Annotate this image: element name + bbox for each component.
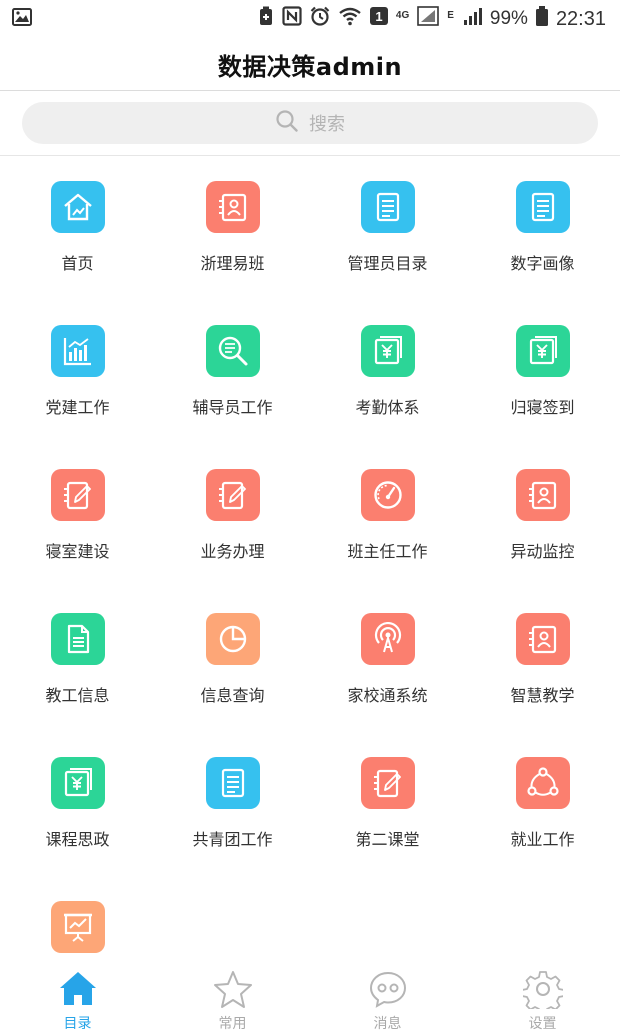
network-type-label: 4G	[395, 10, 410, 21]
gauge-icon	[360, 469, 415, 521]
share-icon	[515, 757, 570, 809]
signal-sim1-icon	[417, 6, 440, 32]
alarm-icon	[310, 6, 330, 32]
grid-item[interactable]: 就业工作	[465, 736, 620, 880]
wifi-icon	[338, 6, 362, 32]
grid-item-label: 管理员目录	[347, 254, 428, 273]
search-icon	[275, 109, 299, 138]
nav-item-home[interactable]: 目录	[0, 965, 155, 1032]
grid-item[interactable]: 浙理易班	[155, 160, 310, 304]
grid-item[interactable]: 党建工作	[0, 304, 155, 448]
contact-card-icon	[205, 181, 260, 233]
bottom-navigation: 目录 常用 消息 设置	[0, 965, 620, 1032]
grid-item-label: 业务办理	[200, 542, 265, 561]
gear-icon	[520, 969, 565, 1015]
star-icon	[213, 969, 253, 1009]
edit-note-icon	[50, 469, 105, 521]
grid-item-label: 第二课堂	[355, 830, 420, 849]
search-list-icon	[205, 325, 260, 377]
search-input[interactable]: 搜索	[22, 102, 598, 144]
document-list-icon	[360, 181, 415, 233]
grid-item-label: 浙理易班	[200, 254, 265, 273]
notification-count-icon: 1	[369, 7, 388, 31]
grid-item-label: 首页	[61, 254, 94, 273]
search-placeholder: 搜索	[309, 114, 345, 135]
grid-item-label: 数字画像	[510, 254, 575, 273]
grid-item[interactable]: 智慧教学	[465, 592, 620, 736]
status-bar: 1 4G E 99% 22:31	[0, 0, 620, 38]
nav-item-label: 设置	[528, 1016, 557, 1032]
grid-item[interactable]: 辅导员工作	[155, 304, 310, 448]
pie-chart-icon	[205, 613, 260, 665]
grid-item-label: 寝室建设	[45, 542, 110, 561]
grid-item[interactable]: 归寝签到	[465, 304, 620, 448]
app-grid: 首页 浙理易班 管理员目录 数字画像党建工作 辅导员工作 考勤体系 归寝签到寝室建设 业务办理…	[0, 160, 620, 1024]
broadcast-icon	[360, 613, 415, 665]
app-header: 数据决策admin	[0, 38, 620, 91]
grid-item-label: 异动监控	[510, 542, 575, 561]
edit-note-icon	[360, 757, 415, 809]
grid-item[interactable]: 课程思政	[0, 736, 155, 880]
grid-item[interactable]: 管理员目录	[310, 160, 465, 304]
home-chart-icon	[50, 181, 105, 233]
nav-item-gear[interactable]: 设置	[465, 965, 620, 1032]
nav-item-star[interactable]: 常用	[155, 965, 310, 1032]
yen-doc-icon	[360, 325, 415, 377]
nfc-icon	[282, 6, 302, 32]
nav-item-label: 目录	[63, 1016, 92, 1032]
grid-item-label: 家校通系统	[347, 686, 428, 705]
grid-item[interactable]: 信息查询	[155, 592, 310, 736]
contact-card-icon	[515, 613, 570, 665]
grid-item[interactable]: 异动监控	[465, 448, 620, 592]
grid-item-label: 党建工作	[45, 398, 110, 417]
nav-item-label: 消息	[373, 1016, 402, 1032]
edit-note-icon	[205, 469, 260, 521]
grid-item-label: 考勤体系	[355, 398, 420, 417]
grid-item[interactable]: 首页	[0, 160, 155, 304]
grid-item-label: 共青团工作	[192, 830, 273, 849]
bar-chart-icon	[50, 325, 105, 377]
network-type-label-2: E	[447, 10, 454, 21]
battery-icon	[535, 6, 548, 32]
grid-item-label: 就业工作	[510, 830, 575, 849]
grid-item[interactable]: 班主任工作	[310, 448, 465, 592]
contact-card-icon	[515, 469, 570, 521]
search-bar: 搜索	[0, 91, 620, 156]
grid-item-label: 课程思政	[45, 830, 110, 849]
grid-item[interactable]: 寝室建设	[0, 448, 155, 592]
yen-doc-icon	[515, 325, 570, 377]
grid-item[interactable]: 数字画像	[465, 160, 620, 304]
grid-item[interactable]: 业务办理	[155, 448, 310, 592]
nav-item-message[interactable]: 消息	[310, 965, 465, 1032]
alarm-badge: 1	[375, 9, 382, 24]
document-list-icon	[515, 181, 570, 233]
presentation-icon	[50, 901, 105, 953]
grid-item[interactable]: 第二课堂	[310, 736, 465, 880]
document-icon	[50, 613, 105, 665]
grid-item-label: 教工信息	[45, 686, 110, 705]
gallery-notification-icon	[12, 7, 32, 31]
grid-item-label: 智慧教学	[510, 686, 575, 705]
grid-item-label: 归寝签到	[510, 398, 575, 417]
message-icon	[368, 969, 408, 1009]
grid-item[interactable]: 家校通系统	[310, 592, 465, 736]
grid-item-label: 班主任工作	[347, 542, 428, 561]
grid-item-label: 信息查询	[200, 686, 265, 705]
battery-saver-icon	[258, 6, 274, 32]
grid-item-label: 辅导员工作	[192, 398, 273, 417]
signal-sim2-icon	[462, 7, 482, 31]
yen-doc-icon	[50, 757, 105, 809]
grid-item[interactable]: 教工信息	[0, 592, 155, 736]
grid-item[interactable]: 共青团工作	[155, 736, 310, 880]
page-title: 数据决策admin	[217, 52, 403, 81]
document-list-icon	[205, 757, 260, 809]
clock: 22:31	[555, 7, 606, 30]
home-icon	[58, 969, 98, 1009]
nav-item-label: 常用	[218, 1016, 247, 1032]
grid-item[interactable]: 考勤体系	[310, 304, 465, 448]
battery-percent: 99%	[489, 8, 528, 29]
